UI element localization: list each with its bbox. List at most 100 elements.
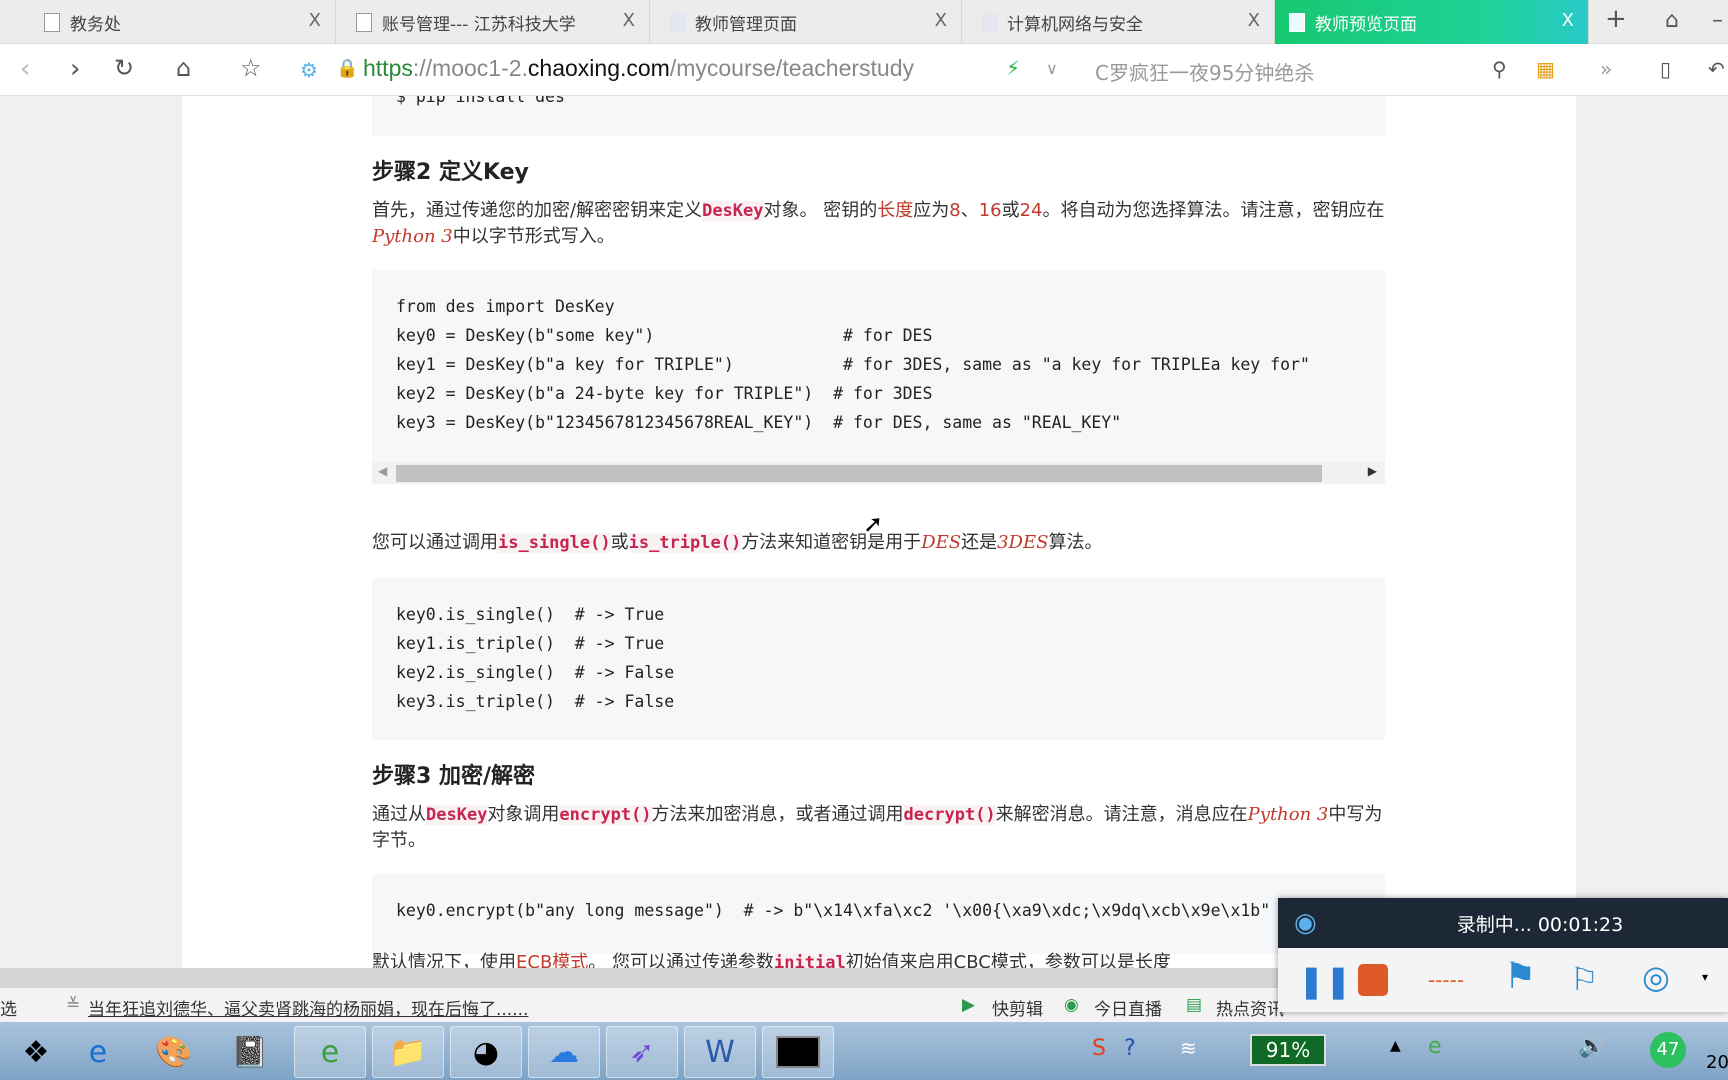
forward-icon[interactable]: › <box>70 54 80 84</box>
code-line: key0.encrypt(b"any long message") # -> b… <box>396 901 1271 920</box>
code-line: $ pip install des <box>396 96 565 106</box>
news-link[interactable]: 当年狂追刘德华、逼父卖肾跳海的杨丽娟，现在后悔了...... <box>88 995 528 1020</box>
highlight-icon[interactable]: ⚐ <box>1570 960 1599 998</box>
tab-network-security[interactable]: 计算机网络与安全 X <box>967 0 1275 44</box>
tab-label: 教师预览页面 <box>1315 14 1417 35</box>
menu-dropdown-icon[interactable]: ▾ <box>1702 970 1708 984</box>
close-icon[interactable]: X <box>623 10 635 31</box>
step2-paragraph: 首先，通过传递您的加密/解密密钥来定义DesKey对象。 密钥的长度应为8、16… <box>372 198 1392 249</box>
video-edit-icon: ▶ <box>962 995 976 1015</box>
text-segment: 首先，通过传递您的加密/解密密钥来定义 <box>372 200 703 221</box>
text-segment: 。将自动为您选择算法。请注意，密钥应在 <box>1042 200 1385 221</box>
code-line: from des import DesKey <box>396 297 615 316</box>
undo-icon[interactable]: ↶ <box>1708 57 1725 81</box>
tray-expand-icon[interactable]: ▲ <box>1390 1038 1401 1054</box>
ie-icon[interactable]: e <box>62 1026 134 1078</box>
url-path: /mycourse/teacherstudy <box>669 55 915 81</box>
status-item-kuaijianji[interactable]: 快剪辑 <box>992 995 1043 1020</box>
url-scheme: https <box>363 55 413 81</box>
marker-icon[interactable]: ⚑ <box>1504 956 1536 997</box>
code-line: key2.is_single() # -> False <box>396 663 675 682</box>
volume-icon[interactable]: 🔊 <box>1578 1034 1605 1059</box>
address-bar: ‹ › ↻ ⌂ ☆ ⚙ 🔒 https://mooc1-2.chaoxing.c… <box>0 44 1728 96</box>
more-icon[interactable]: » <box>1600 57 1612 81</box>
tab-teacher-manage[interactable]: 教师管理页面 X <box>655 0 962 44</box>
page-icon <box>981 12 997 32</box>
status-item-live[interactable]: 今日直播 <box>1094 995 1162 1020</box>
inline-code: DesKey <box>426 805 488 825</box>
notepad-icon[interactable]: 📓 <box>214 1026 286 1078</box>
text-segment: 应为 <box>913 200 950 221</box>
pause-button[interactable]: ❚❚ <box>1298 962 1352 1000</box>
browser-360-icon[interactable]: e <box>294 1026 366 1078</box>
code-block-encrypt: key0.encrypt(b"any long message") # -> b… <box>372 874 1385 954</box>
tray-360-icon[interactable]: e <box>1428 1034 1442 1059</box>
new-tab-icon[interactable]: + <box>1605 4 1627 34</box>
bookmark-star-icon[interactable]: ☆ <box>240 54 262 82</box>
text-segment: 方法来知道密钥是用于 <box>741 532 922 553</box>
recording-status: 录制中... 00:01:23 <box>1456 913 1624 936</box>
close-icon[interactable]: X <box>1562 10 1574 31</box>
cloud-icon[interactable]: ☁ <box>528 1026 600 1078</box>
stop-button[interactable] <box>1358 964 1388 996</box>
code-horizontal-scrollbar[interactable]: ◀ ▶ <box>372 462 1385 484</box>
code-block-is-single: key0.is_single() # -> True key1.is_triple… <box>372 578 1385 740</box>
url-field[interactable]: https://mooc1-2.chaoxing.com/mycourse/te… <box>363 55 914 82</box>
camera-icon: ◉ <box>1294 908 1317 938</box>
tab-account[interactable]: 账号管理--- 江苏科技大学 X <box>342 0 650 44</box>
news-icon: ▤ <box>1186 995 1203 1015</box>
line-tool-icon[interactable]: ----- <box>1428 968 1464 992</box>
security-badge[interactable]: 47 <box>1650 1032 1686 1068</box>
lightning-icon[interactable]: ⚡ <box>1006 56 1020 80</box>
step3-heading: 步骤3 加密/解密 <box>372 764 536 789</box>
tab-teacher-preview[interactable]: 教师预览页面 X <box>1275 0 1589 44</box>
phone-icon[interactable]: ▯ <box>1660 57 1671 81</box>
page-icon <box>1289 12 1305 32</box>
code-line: key2 = DesKey(b"a 24-byte key for TRIPLE… <box>396 384 933 403</box>
status-item-hot-news[interactable]: 热点资讯 <box>1216 995 1284 1020</box>
feishu-icon[interactable]: ➶ <box>606 1026 678 1078</box>
cmd-icon[interactable] <box>762 1026 834 1078</box>
explorer-icon[interactable]: 📁 <box>372 1026 444 1078</box>
help-icon[interactable]: ? <box>1124 1036 1136 1061</box>
text-segment: 或 <box>610 532 629 553</box>
back-icon[interactable]: ‹ <box>20 54 30 84</box>
text-segment: 默认情况下，使用 <box>372 952 516 968</box>
inline-code: decrypt() <box>903 805 996 825</box>
paint-icon[interactable]: 🎨 <box>138 1026 210 1078</box>
expand-icon[interactable]: ≚ <box>66 995 80 1015</box>
home-icon[interactable]: ⌂ <box>176 54 191 82</box>
live-icon: ◉ <box>1064 995 1079 1015</box>
wifi-icon[interactable]: ≋ <box>1180 1036 1197 1060</box>
scroll-right-icon[interactable]: ▶ <box>1368 464 1377 478</box>
close-icon[interactable]: X <box>1248 10 1260 31</box>
page-icon <box>44 12 60 32</box>
text-segment: 通过从 <box>372 804 426 825</box>
code-line: key0.is_single() # -> True <box>396 605 665 624</box>
scrollbar-thumb[interactable] <box>396 465 1322 482</box>
apps-icon[interactable]: ▦ <box>1536 57 1555 81</box>
highlighted-text: Python 3 <box>1247 804 1329 825</box>
code-line: key3.is_triple() # -> False <box>396 692 675 711</box>
highlighted-text: Python 3 <box>372 226 453 247</box>
clock[interactable]: 20 <box>1706 1052 1728 1073</box>
close-icon[interactable]: X <box>309 10 321 31</box>
word-icon[interactable]: W <box>684 1026 756 1078</box>
sogou-icon[interactable]: S <box>1092 1036 1106 1061</box>
reload-icon[interactable]: ↻ <box>114 54 134 82</box>
battery-indicator[interactable]: 91% <box>1250 1034 1326 1066</box>
url-domain: chaoxing.com <box>527 55 670 81</box>
minimize-icon[interactable]: – <box>1712 8 1723 33</box>
webcam-add-icon[interactable]: ◎ <box>1642 958 1670 996</box>
dropdown-icon[interactable]: ∨ <box>1046 59 1058 78</box>
text-segment: 方法来加密消息，或者通过调用 <box>651 804 904 825</box>
skin-icon[interactable]: ⌂ <box>1665 8 1679 33</box>
search-input[interactable]: C罗疯狂一夜95分钟绝杀 <box>1095 57 1314 86</box>
scroll-left-icon[interactable]: ◀ <box>378 464 387 478</box>
chrome-icon[interactable]: ◕ <box>450 1026 522 1078</box>
close-icon[interactable]: X <box>935 10 947 31</box>
search-icon[interactable]: ⚲ <box>1492 57 1507 81</box>
text-segment: 或 <box>1001 200 1020 221</box>
tab-jiaowuchu[interactable]: 教务处 X <box>30 0 336 44</box>
text-segment: 初始值来启用CBC模式，参数可以是长度 <box>845 952 1171 968</box>
